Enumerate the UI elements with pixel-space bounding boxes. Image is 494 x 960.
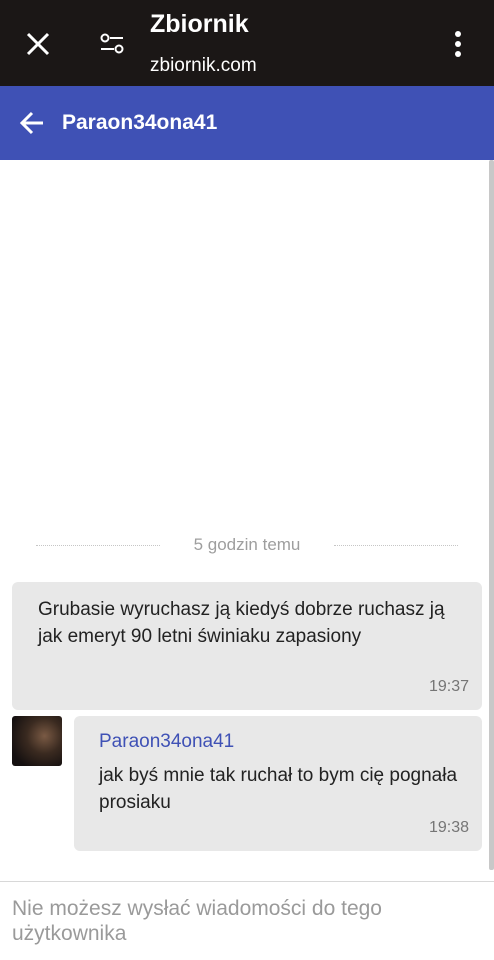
time-divider: 5 godzin temu bbox=[36, 534, 458, 556]
divider-line bbox=[333, 544, 458, 546]
more-vert-icon bbox=[455, 31, 461, 57]
site-settings-button[interactable] bbox=[92, 24, 132, 64]
arrow-back-icon bbox=[19, 111, 43, 135]
browser-toolbar: Zbiornik zbiornik.com bbox=[0, 0, 494, 86]
site-title: Zbiornik bbox=[150, 10, 249, 38]
divider-line bbox=[36, 544, 160, 546]
back-button[interactable] bbox=[12, 103, 52, 143]
site-url: zbiornik.com bbox=[150, 55, 257, 76]
scrollbar[interactable] bbox=[489, 160, 494, 870]
message-bubble: Grubasie wyruchasz ją kiedyś dobrze ruch… bbox=[12, 582, 482, 710]
message-text: jak byś mnie tak ruchał to bym cię pogna… bbox=[99, 765, 458, 813]
composer-footer: Nie możesz wysłać wiadomości do tego uży… bbox=[0, 881, 494, 960]
close-button[interactable] bbox=[18, 24, 58, 64]
divider-label: 5 godzin temu bbox=[193, 535, 301, 554]
close-icon bbox=[26, 32, 50, 56]
cannot-send-notice: Nie możesz wysłać wiadomości do tego uży… bbox=[12, 897, 382, 945]
chat-header: Paraon34ona41 bbox=[0, 86, 494, 160]
message-time: 19:37 bbox=[428, 678, 469, 695]
message-text: Grubasie wyruchasz ją kiedyś dobrze ruch… bbox=[38, 599, 445, 647]
tune-icon bbox=[100, 33, 124, 54]
avatar[interactable] bbox=[12, 716, 62, 766]
message-time: 19:38 bbox=[428, 819, 469, 836]
conversation-title: Paraon34ona41 bbox=[62, 111, 218, 134]
message-sender[interactable]: Paraon34ona41 bbox=[99, 731, 234, 753]
menu-button[interactable] bbox=[440, 24, 476, 64]
message-bubble: Paraon34ona41 jak byś mnie tak ruchał to… bbox=[74, 716, 482, 851]
